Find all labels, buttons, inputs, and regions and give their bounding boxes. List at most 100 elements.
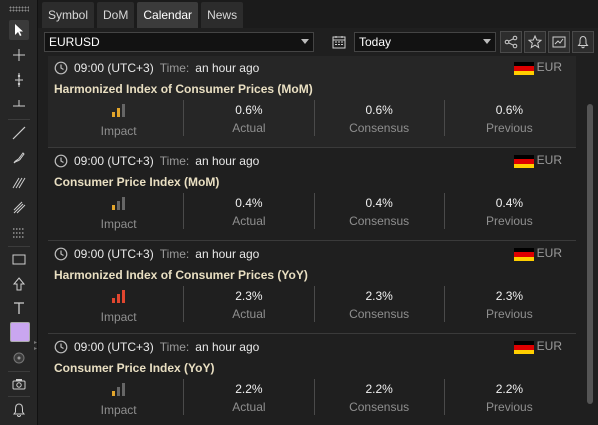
cursor-icon[interactable] — [9, 20, 29, 40]
impact-bar — [122, 383, 126, 396]
time-label: Time: — [159, 247, 190, 261]
event-row[interactable]: 09:00 (UTC+3) Time: an hour ago EUR Harm… — [48, 56, 576, 148]
impact-bars-icon — [112, 196, 126, 210]
tab-calendar[interactable]: Calendar — [137, 2, 199, 28]
drawing-toolbar: ▸ ▸ — [0, 0, 38, 425]
period-select-value: Today — [359, 35, 392, 49]
event-list: 09:00 (UTC+3) Time: an hour ago EUR Harm… — [48, 56, 576, 425]
filter-bar: EURUSD Today — [38, 30, 598, 54]
circle-icon[interactable] — [9, 348, 29, 368]
scrollbar-thumb[interactable] — [587, 104, 593, 404]
impact-bar — [117, 387, 121, 396]
event-currency: EUR — [536, 339, 562, 353]
camera-icon[interactable] — [9, 374, 29, 394]
event-time-value: 09:00 (UTC+3) — [74, 247, 154, 261]
event-stats: Impact 2.2% Actual 2.2% Consensus 2.2% P… — [54, 379, 574, 417]
previous-value: 2.3% — [495, 289, 524, 303]
time-label: Time: — [159, 340, 190, 354]
event-row[interactable]: 09:00 (UTC+3) Time: an hour ago EUR Harm… — [48, 242, 576, 334]
trend-line-icon[interactable] — [9, 123, 29, 143]
impact-bar — [122, 290, 126, 303]
star-icon[interactable] — [524, 31, 546, 53]
symbol-select[interactable]: EURUSD — [44, 32, 314, 52]
previous-value: 0.6% — [495, 103, 524, 117]
chevron-down-icon — [301, 39, 309, 44]
previous-label: Previous — [486, 121, 533, 135]
impact-label: Impact — [100, 217, 137, 231]
clock-icon — [54, 154, 68, 168]
impact-cell: Impact — [54, 379, 183, 417]
impact-bars-icon — [112, 289, 126, 303]
previous-label: Previous — [486, 214, 533, 228]
clock-icon — [54, 247, 68, 261]
consensus-label: Consensus — [349, 214, 410, 228]
event-row[interactable]: 09:00 (UTC+3) Time: an hour ago EUR Cons… — [48, 335, 576, 425]
clock-icon — [54, 61, 68, 75]
impact-label: Impact — [100, 124, 137, 138]
actual-cell: 0.6% Actual — [183, 100, 313, 136]
bell-icon[interactable] — [572, 31, 594, 53]
arrow-up-icon[interactable] — [9, 274, 29, 294]
tab-news[interactable]: News — [201, 2, 244, 28]
consensus-label: Consensus — [349, 307, 410, 321]
previous-value: 2.2% — [495, 382, 524, 396]
event-relative-time: an hour ago — [195, 61, 260, 75]
germany-flag-icon — [514, 155, 534, 168]
impact-bar — [112, 391, 116, 396]
consensus-cell: 2.3% Consensus — [313, 286, 444, 322]
actual-label: Actual — [232, 121, 266, 135]
text-icon[interactable] — [9, 298, 29, 318]
actual-value: 0.4% — [235, 196, 263, 210]
share-icon[interactable] — [500, 31, 522, 53]
toolbar-grip[interactable] — [9, 6, 29, 12]
impact-bar — [117, 201, 121, 210]
tab-symbol[interactable]: Symbol — [42, 2, 95, 28]
vertical-line-icon[interactable] — [9, 70, 29, 90]
crosshair-icon[interactable] — [9, 45, 29, 65]
previous-cell: 0.6% Previous — [443, 100, 574, 136]
event-relative-time: an hour ago — [195, 340, 260, 354]
impact-cell: Impact — [54, 193, 183, 231]
calendar-icon[interactable] — [332, 35, 346, 52]
time-label: Time: — [159, 61, 190, 75]
alert-bell-icon[interactable] — [9, 400, 29, 420]
event-stats: Impact 0.6% Actual 0.6% Consensus 0.6% P… — [54, 100, 574, 138]
consensus-cell: 2.2% Consensus — [313, 379, 444, 415]
consensus-value: 2.3% — [365, 289, 393, 303]
consensus-value: 0.6% — [365, 103, 393, 117]
actual-label: Actual — [232, 214, 266, 228]
impact-bar — [112, 298, 116, 303]
horizontal-line-icon[interactable] — [9, 95, 29, 115]
period-select[interactable]: Today — [354, 32, 496, 52]
consensus-cell: 0.4% Consensus — [313, 193, 444, 229]
pitchfork-icon[interactable] — [9, 198, 29, 218]
previous-cell: 2.3% Previous — [443, 286, 574, 322]
consensus-cell: 0.6% Consensus — [313, 100, 444, 136]
grid-tool-icon[interactable] — [9, 223, 29, 243]
clock-icon — [54, 340, 68, 354]
panel-tabs: Symbol DoM Calendar News — [38, 0, 598, 28]
event-title: Harmonized Index of Consumer Prices (YoY… — [54, 268, 308, 282]
germany-flag-icon — [514, 341, 534, 354]
actual-value: 2.2% — [235, 382, 263, 396]
brush-icon[interactable] — [9, 148, 29, 168]
event-title: Harmonized Index of Consumer Prices (MoM… — [54, 82, 313, 96]
previous-label: Previous — [486, 307, 533, 321]
tab-dom[interactable]: DoM — [97, 2, 135, 28]
calendar-panel: Symbol DoM Calendar News EURUSD Today 09… — [38, 0, 598, 425]
event-time-value: 09:00 (UTC+3) — [74, 340, 154, 354]
scrollbar[interactable] — [587, 56, 594, 425]
fibonacci-icon[interactable] — [9, 173, 29, 193]
impact-bar — [122, 104, 126, 117]
actual-value: 0.6% — [235, 103, 263, 117]
previous-cell: 2.2% Previous — [443, 379, 574, 415]
event-time: 09:00 (UTC+3) Time: an hour ago — [54, 247, 259, 261]
event-time: 09:00 (UTC+3) Time: an hour ago — [54, 61, 259, 75]
color-swatch[interactable] — [10, 322, 30, 342]
impact-bar — [112, 112, 116, 117]
impact-cell: Impact — [54, 286, 183, 324]
event-row[interactable]: 09:00 (UTC+3) Time: an hour ago EUR Cons… — [48, 149, 576, 241]
impact-bars-icon — [112, 103, 126, 117]
rectangle-icon[interactable] — [9, 249, 29, 269]
chart-icon[interactable] — [548, 31, 570, 53]
